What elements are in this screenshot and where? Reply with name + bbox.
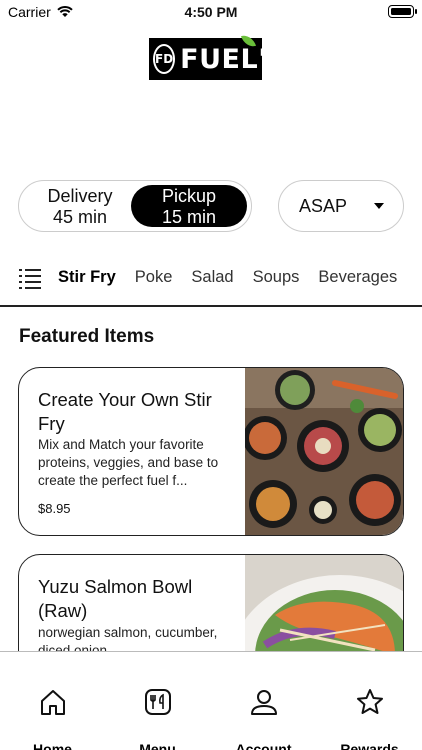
pickup-option[interactable]: Pickup 15 min — [131, 185, 247, 227]
tab-menu-label: Menu — [139, 741, 176, 750]
tab-poke[interactable]: Poke — [135, 268, 173, 287]
tab-stir-fry[interactable]: Stir Fry — [58, 268, 116, 287]
utensils-icon — [145, 689, 171, 715]
category-tabs: Stir Fry Poke Salad Soups Beverages — [58, 268, 416, 287]
order-mode-toggle: Delivery 45 min Pickup 15 min — [18, 180, 252, 232]
tab-account-label: Account — [235, 741, 292, 750]
section-title: Featured Items — [19, 326, 155, 347]
caret-down-icon — [374, 203, 384, 209]
pickup-label: Pickup — [161, 186, 217, 206]
tab-account[interactable]: Account — [211, 652, 316, 750]
stir-fry-bowls-image — [245, 368, 403, 535]
tab-home-label: Home — [33, 741, 72, 750]
tab-soups[interactable]: Soups — [253, 268, 300, 287]
star-icon — [357, 689, 383, 714]
status-time: 4:50 PM — [184, 4, 238, 20]
battery-icon — [388, 5, 417, 18]
menu-item-card[interactable]: Create Your Own Stir Fry Mix and Match y… — [18, 367, 404, 536]
time-select[interactable]: ASAP — [278, 180, 404, 232]
item-title: Create Your Own Stir Fry — [38, 389, 212, 434]
person-icon — [251, 690, 277, 715]
tab-home[interactable]: Home — [0, 652, 105, 750]
category-list-icon[interactable] — [19, 267, 41, 289]
delivery-option[interactable]: Delivery 45 min — [25, 185, 135, 227]
brand-logo: FD FUEL'D — [149, 32, 289, 80]
pickup-time: 15 min — [161, 207, 217, 227]
tabs-divider — [0, 305, 422, 307]
tab-rewards-label: Rewards — [340, 741, 399, 750]
status-bar: Carrier 4:50 PM — [0, 0, 422, 24]
tab-beverages[interactable]: Beverages — [318, 268, 397, 287]
delivery-label: Delivery — [47, 186, 113, 206]
tab-menu[interactable]: Menu — [105, 652, 210, 750]
tab-salad[interactable]: Salad — [191, 268, 233, 287]
item-price: $8.95 — [38, 501, 71, 516]
delivery-time: 45 min — [52, 207, 108, 227]
logo-mark: FD — [153, 44, 176, 74]
time-select-value: ASAP — [299, 196, 348, 216]
bottom-tab-bar: Home Menu Account Rewards — [0, 651, 422, 750]
item-title: Yuzu Salmon Bowl (Raw) — [38, 576, 193, 621]
tab-rewards[interactable]: Rewards — [317, 652, 422, 750]
home-icon — [41, 690, 65, 715]
item-description: Mix and Match your favorite proteins, ve… — [38, 437, 219, 488]
logo-text: FUEL'D — [180, 43, 290, 75]
